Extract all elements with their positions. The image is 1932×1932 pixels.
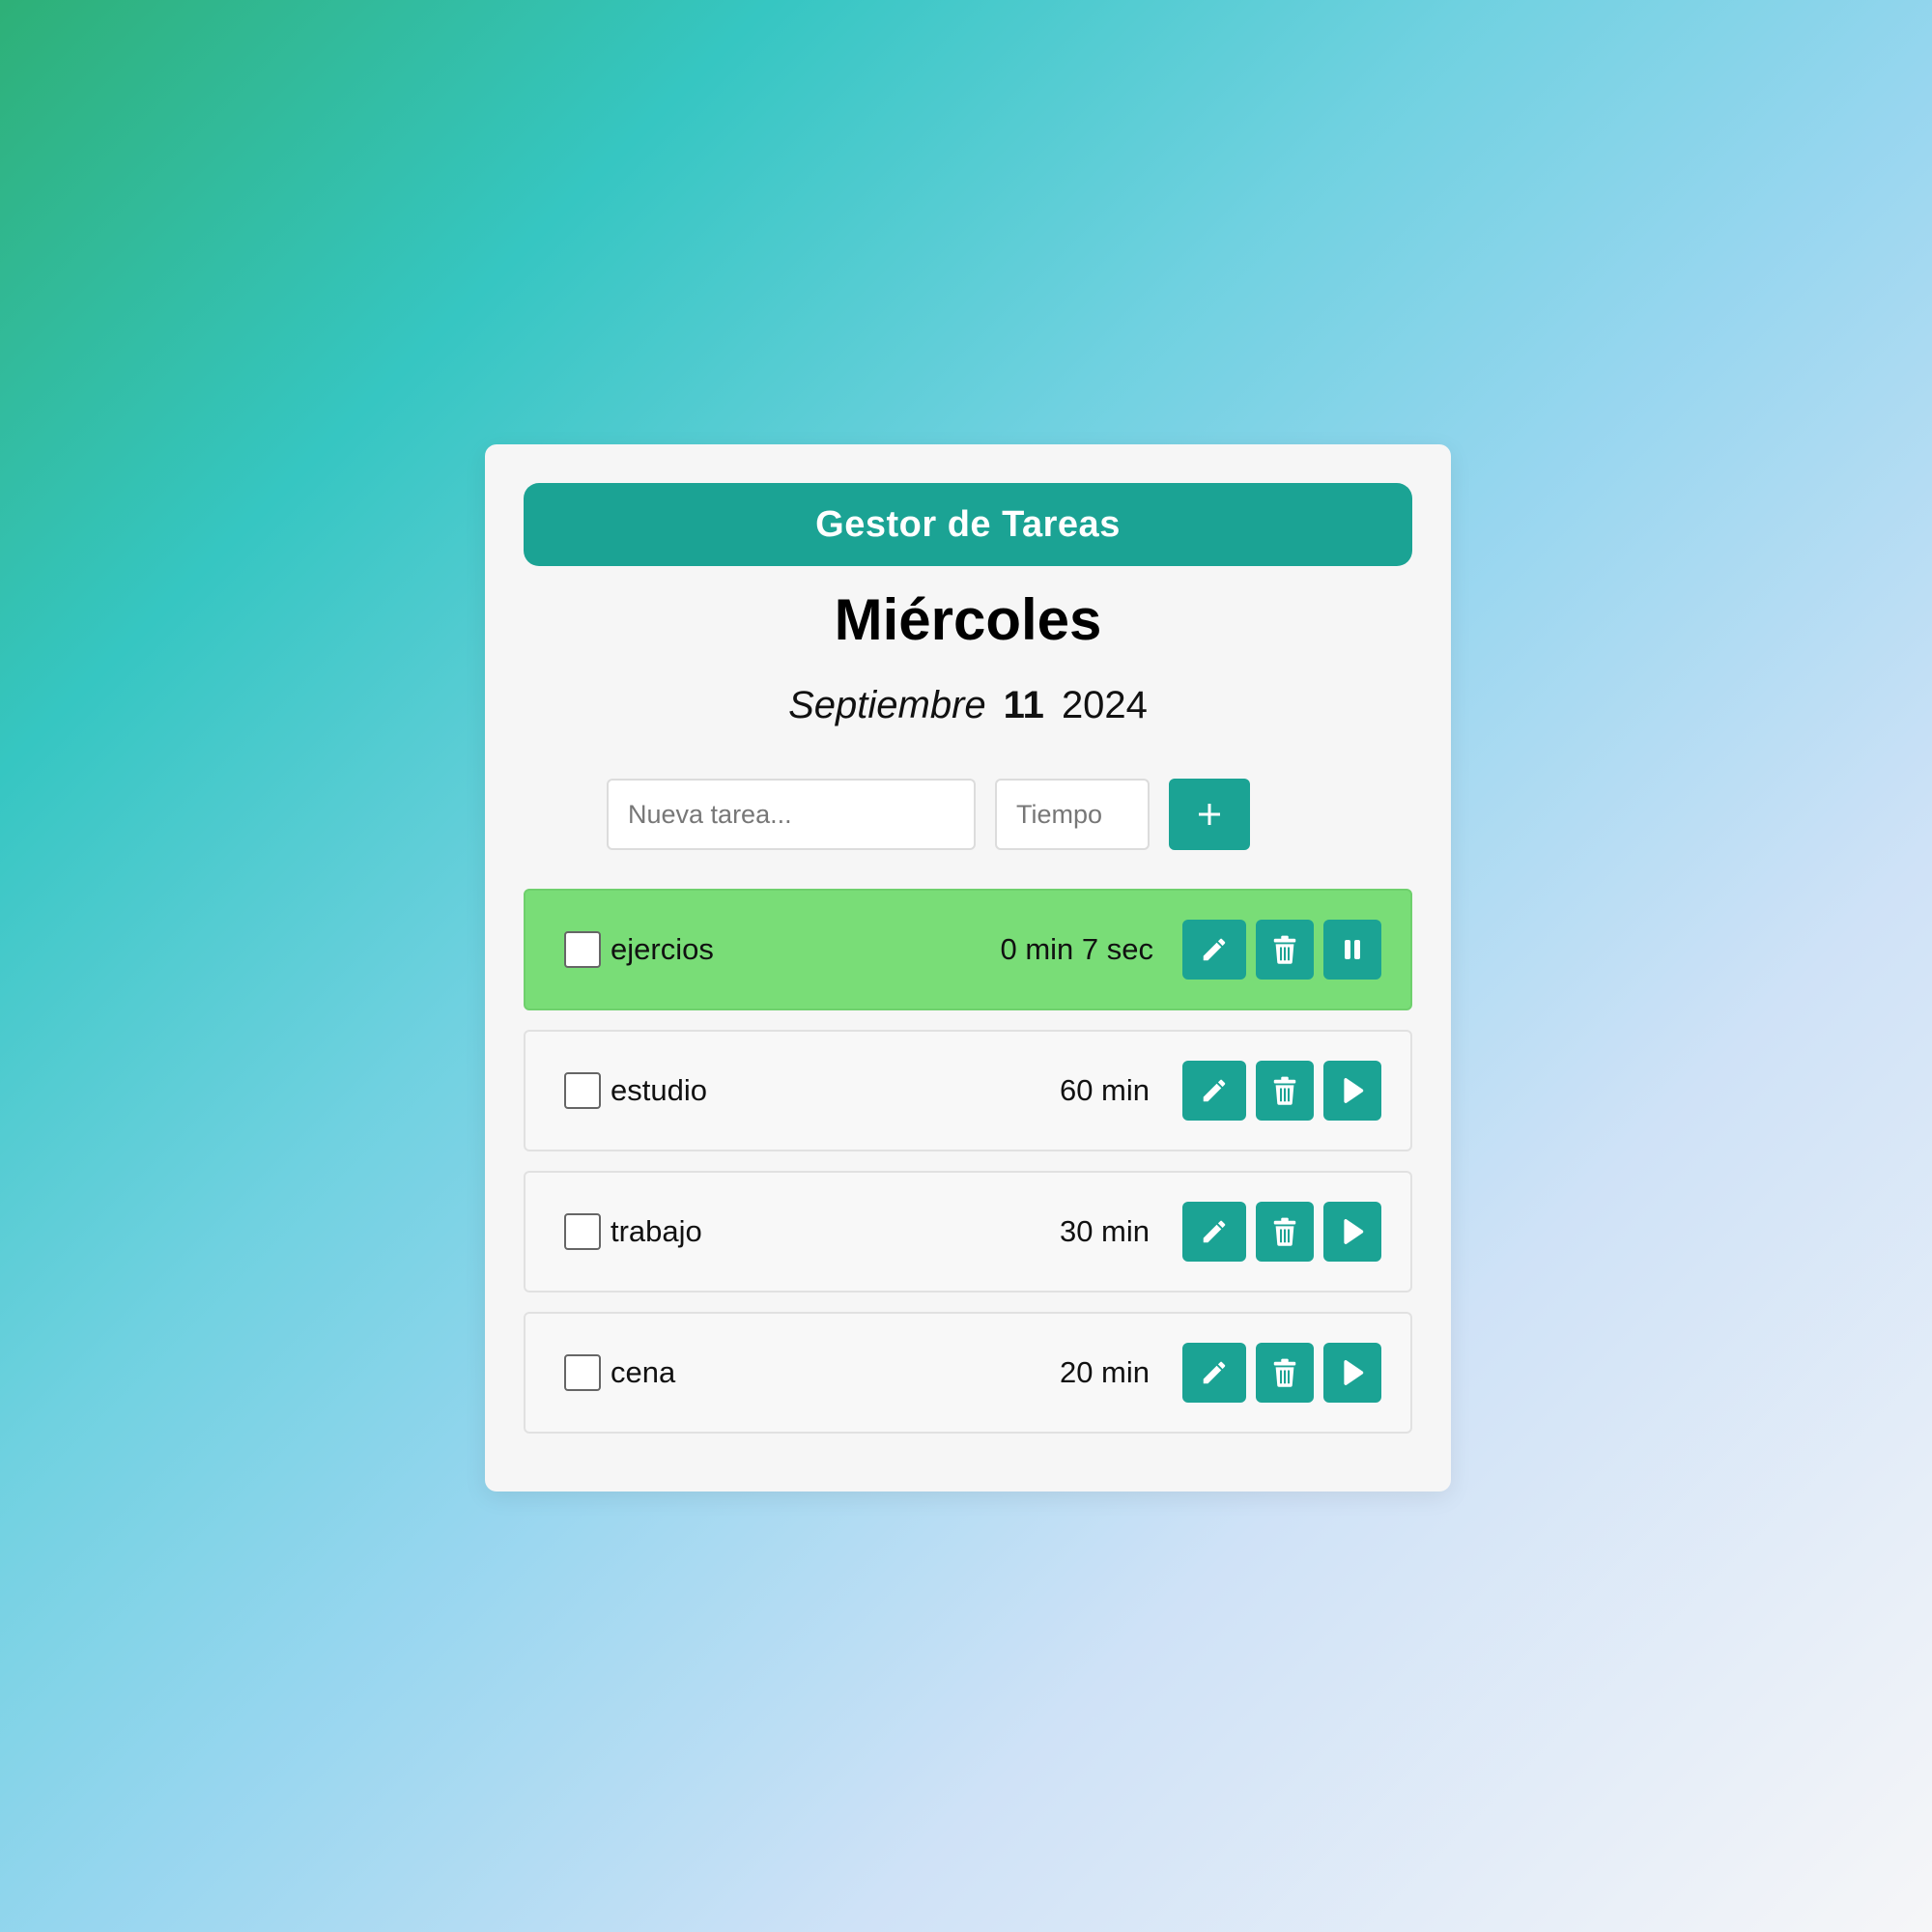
edit-task-button[interactable]: [1182, 1061, 1246, 1121]
task-item: trabajo 30 min: [524, 1171, 1412, 1293]
app-header: Gestor de Tareas: [524, 483, 1412, 566]
day-name: Miércoles: [834, 587, 1102, 652]
task-name: estudio: [611, 1073, 707, 1107]
edit-task-button[interactable]: [1182, 920, 1246, 980]
trash-icon: [1273, 1217, 1296, 1246]
task-name: ejercios: [611, 932, 714, 966]
new-task-input[interactable]: [607, 779, 976, 850]
task-manager-card: Gestor de Tareas Miércoles Septiembre 11 2…: [485, 444, 1451, 1492]
pencil-icon: [1203, 1361, 1226, 1384]
pencil-icon: [1203, 1220, 1226, 1243]
plus-icon: [1199, 804, 1220, 825]
task-time: 20 min: [1059, 1355, 1150, 1389]
delete-task-button[interactable]: [1256, 1202, 1314, 1262]
task-actions: [1173, 1061, 1381, 1121]
date-day: 11: [1003, 684, 1044, 726]
task-actions: [1173, 1343, 1381, 1403]
task-name: cena: [611, 1355, 676, 1389]
add-task-row: [607, 779, 1250, 850]
task-checkbox[interactable]: [564, 1213, 601, 1250]
task-actions: [1173, 1202, 1381, 1262]
edit-task-button[interactable]: [1182, 1343, 1246, 1403]
date-year: 2024: [1061, 684, 1148, 726]
task-checkbox[interactable]: [564, 931, 601, 968]
play-task-button[interactable]: [1323, 1061, 1381, 1121]
play-icon: [1344, 1219, 1364, 1244]
task-time: 30 min: [1059, 1214, 1150, 1248]
delete-task-button[interactable]: [1256, 1343, 1314, 1403]
add-task-button[interactable]: [1169, 779, 1250, 850]
pause-task-button[interactable]: [1323, 920, 1381, 980]
task-actions: [1173, 920, 1381, 980]
play-task-button[interactable]: [1323, 1343, 1381, 1403]
trash-icon: [1273, 1076, 1296, 1105]
date-month: Septiembre: [788, 684, 986, 726]
pencil-icon: [1203, 1079, 1226, 1102]
edit-task-button[interactable]: [1182, 1202, 1246, 1262]
task-time: 0 min 7 sec: [1000, 932, 1153, 966]
play-task-button[interactable]: [1323, 1202, 1381, 1262]
play-icon: [1344, 1360, 1364, 1385]
app-title: Gestor de Tareas: [815, 503, 1121, 545]
pencil-icon: [1203, 938, 1226, 961]
task-list: ejercios 0 min 7 sec estudio 60 min trab…: [524, 889, 1412, 1453]
delete-task-button[interactable]: [1256, 1061, 1314, 1121]
delete-task-button[interactable]: [1256, 920, 1314, 980]
task-time-input[interactable]: [995, 779, 1150, 850]
play-icon: [1344, 1078, 1364, 1103]
task-time: 60 min: [1059, 1073, 1150, 1107]
task-checkbox[interactable]: [564, 1072, 601, 1109]
date-line: Septiembre 11 2024: [485, 686, 1451, 724]
task-item: estudio 60 min: [524, 1030, 1412, 1151]
task-item: cena 20 min: [524, 1312, 1412, 1434]
task-checkbox[interactable]: [564, 1354, 601, 1391]
trash-icon: [1273, 1358, 1296, 1387]
task-name: trabajo: [611, 1214, 702, 1248]
pause-icon: [1345, 940, 1360, 959]
task-item: ejercios 0 min 7 sec: [524, 889, 1412, 1010]
trash-icon: [1273, 935, 1296, 964]
